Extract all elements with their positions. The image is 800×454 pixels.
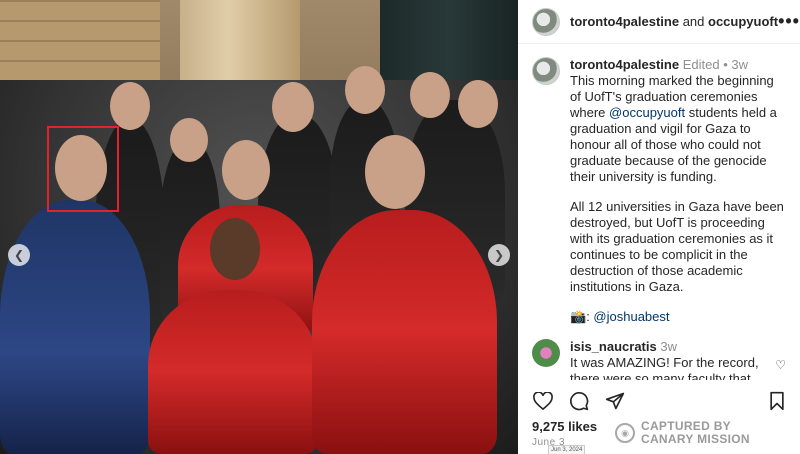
avatar[interactable]: [532, 339, 560, 367]
reply-age: 3w: [660, 339, 677, 354]
mention-link[interactable]: @occupyuoft: [609, 105, 685, 120]
carousel-next-button[interactable]: ❯: [488, 244, 510, 266]
meta-dot: •: [723, 57, 728, 72]
reply-username[interactable]: isis_naucratis: [570, 339, 657, 354]
person-red-robe: [312, 210, 497, 454]
person-head: [410, 72, 450, 118]
header-and: and: [679, 14, 708, 29]
caption: toronto4palestine Edited • 3w This morni…: [518, 45, 800, 325]
camera-icon: 📸: [570, 309, 587, 324]
avatar[interactable]: [532, 7, 560, 36]
date-tooltip: Jun 3, 2024: [548, 445, 586, 454]
caption-username[interactable]: toronto4palestine: [570, 57, 679, 72]
canary-mission-watermark: ◉ CAPTURED BY CANARY MISSION: [615, 420, 750, 446]
chevron-left-icon: ❮: [13, 248, 25, 262]
person-head: [222, 140, 270, 200]
person-front-center: [148, 290, 318, 454]
header-collab-username[interactable]: occupyuoft: [708, 14, 778, 29]
header-usernames: toronto4palestine and occupyuoft: [570, 14, 778, 29]
reply-comment: isis_naucratis 3w It was AMAZING! For th…: [518, 325, 800, 380]
caption-body: toronto4palestine Edited • 3w This morni…: [570, 57, 788, 325]
likes-count[interactable]: 9,275 likes: [532, 419, 597, 434]
caption-para-2: All 12 universities in Gaza have been de…: [570, 199, 784, 294]
post-photo[interactable]: ❮ ❯: [0, 0, 518, 454]
person-head: [110, 82, 150, 130]
caption-age: 3w: [731, 57, 749, 72]
person-head: [365, 135, 425, 209]
reply-text: It was AMAZING! For the record, there we…: [570, 355, 759, 380]
post-panel: toronto4palestine and occupyuoft ••• tor…: [518, 0, 800, 454]
canary-logo-icon: ◉: [615, 423, 635, 443]
post-header: toronto4palestine and occupyuoft •••: [518, 0, 800, 44]
caption-para-1: toronto4palestine Edited • 3w This morni…: [570, 57, 788, 185]
share-icon[interactable]: [604, 390, 626, 412]
person-head: [210, 218, 260, 280]
person-head: [458, 80, 498, 128]
more-icon[interactable]: •••: [778, 11, 800, 32]
person-head: [272, 82, 314, 132]
watermark-line-2: CANARY MISSION: [641, 432, 750, 446]
header-username[interactable]: toronto4palestine: [570, 14, 679, 29]
person-blue-robe: [0, 200, 150, 454]
highlight-box: [47, 126, 119, 212]
watermark-text: CAPTURED BY CANARY MISSION: [641, 420, 750, 446]
person-head: [345, 66, 385, 114]
photo-credit: 📸: @joshuabest: [570, 309, 788, 325]
carousel-prev-button[interactable]: ❮: [8, 244, 30, 266]
person-head: [170, 118, 208, 162]
comment-like-heart-icon[interactable]: ♡: [775, 358, 786, 372]
comment-icon[interactable]: [568, 390, 590, 412]
reply-body: isis_naucratis 3w It was AMAZING! For th…: [570, 339, 788, 380]
credit-mention-link[interactable]: @joshuabest: [593, 309, 669, 324]
bookmark-icon[interactable]: [766, 390, 788, 412]
avatar[interactable]: [532, 57, 560, 85]
action-bar: [532, 388, 788, 414]
heart-icon[interactable]: [532, 390, 554, 412]
chevron-right-icon: ❯: [493, 248, 505, 262]
comments-section[interactable]: toronto4palestine Edited • 3w This morni…: [518, 45, 800, 380]
edited-label: Edited: [682, 57, 720, 72]
